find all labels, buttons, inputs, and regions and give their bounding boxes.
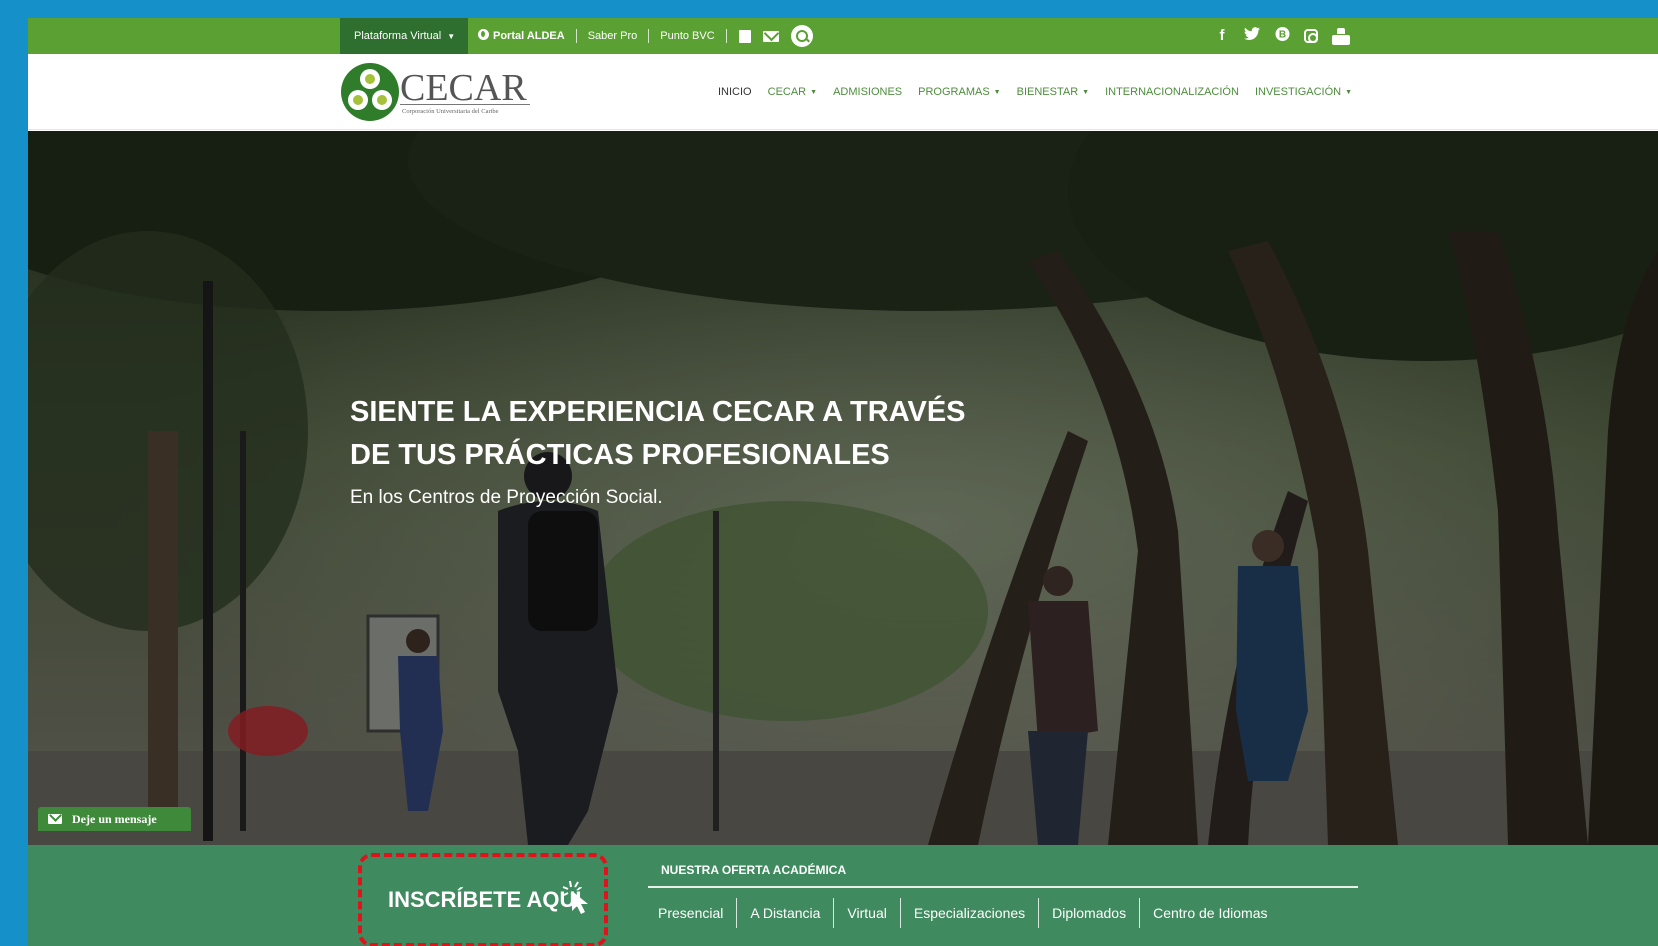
youtube-icon[interactable] — [1332, 28, 1350, 45]
academic-offer-title: NUESTRA OFERTA ACADÉMICA — [661, 863, 847, 877]
nav-item-bienestar[interactable]: BIENESTAR ▼ — [1017, 86, 1089, 98]
nav-item-internacionalizacion[interactable]: INTERNACIONALIZACIÓN — [1105, 86, 1239, 98]
nav-label: PROGRAMAS — [918, 86, 990, 98]
browser-page: Plataforma Virtual ▼ Portal ALDEA Saber … — [28, 18, 1658, 946]
nav-label: INVESTIGACIÓN — [1254, 86, 1342, 98]
svg-text:B: B — [1278, 30, 1285, 41]
hero-subtitle: En los Centros de Proyección Social. — [350, 487, 663, 508]
portal-aldea-link[interactable]: Portal ALDEA — [478, 29, 577, 43]
nav-label: CECAR — [767, 86, 807, 98]
chevron-down-icon: ▼ — [1345, 89, 1353, 96]
logo-divider — [400, 104, 530, 105]
tab-presencial[interactable]: Presencial — [648, 898, 738, 928]
leave-message-tab[interactable]: Deje un mensaje — [38, 807, 191, 831]
twitter-icon[interactable] — [1244, 27, 1260, 45]
chevron-down-icon: ▼ — [1082, 89, 1090, 96]
hero-banner: SIENTE LA EXPERIENCIA CECAR A TRAVÉS DE … — [28, 131, 1658, 845]
top-icons — [738, 25, 813, 47]
social-links: f B — [1214, 18, 1350, 54]
instagram-icon[interactable] — [1304, 29, 1318, 43]
top-links: Portal ALDEA Saber Pro Punto BVC — [478, 18, 813, 54]
nav-label: ADMISIONES — [833, 86, 903, 98]
nav-label: INTERNACIONALIZACIÓN — [1105, 86, 1239, 98]
nav-label: INICIO — [718, 86, 752, 98]
behance-icon[interactable]: B — [1274, 27, 1290, 45]
chevron-down-icon: ▼ — [447, 31, 456, 41]
nav-item-admisiones[interactable]: ADMISIONES — [833, 86, 902, 98]
leave-message-label: Deje un mensaje — [72, 811, 157, 826]
nav-item-programas[interactable]: PROGRAMAS ▼ — [918, 86, 1000, 98]
top-utility-bar: Plataforma Virtual ▼ Portal ALDEA Saber … — [28, 18, 1658, 54]
platform-virtual-label: Plataforma Virtual — [354, 30, 442, 42]
nav-label: BIENESTAR — [1016, 86, 1079, 98]
hero-title: SIENTE LA EXPERIENCIA CECAR A TRAVÉS DE … — [350, 391, 990, 477]
chevron-down-icon: ▼ — [993, 89, 1001, 96]
mail-icon[interactable] — [762, 30, 779, 42]
tab-a-distancia[interactable]: A Distancia — [737, 898, 835, 928]
hero-title-line2: DE TUS PRÁCTICAS PROFESIONALES — [350, 439, 890, 471]
tab-centro-de-idiomas[interactable]: Centro de Idiomas — [1140, 898, 1280, 928]
hero-title-line1: SIENTE LA EXPERIENCIA CECAR A TRAVÉS — [350, 396, 966, 428]
mail-icon — [48, 814, 62, 824]
academic-offer-divider — [648, 886, 1358, 888]
nav-item-inicio[interactable]: INICIO — [718, 86, 752, 98]
enroll-button[interactable]: INSCRÍBETE AQUÍ — [358, 853, 608, 946]
enroll-label: INSCRÍBETE AQUÍ — [388, 887, 582, 912]
globe-icon — [478, 29, 489, 40]
tab-diplomados[interactable]: Diplomados — [1039, 898, 1141, 928]
saber-pro-link[interactable]: Saber Pro — [577, 29, 650, 43]
academic-offer-tabs: Presencial A Distancia Virtual Especiali… — [648, 897, 1281, 929]
search-icon[interactable] — [790, 25, 813, 47]
punto-bvc-link[interactable]: Punto BVC — [649, 29, 727, 43]
cursor-click-icon — [562, 880, 588, 914]
platform-virtual-dropdown[interactable]: Plataforma Virtual ▼ — [340, 18, 468, 54]
hero-background-image — [28, 131, 1658, 845]
portal-aldea-label: Portal ALDEA — [493, 30, 565, 42]
nav-item-investigacion[interactable]: INVESTIGACIÓN ▼ — [1255, 86, 1352, 98]
chevron-down-icon: ▼ — [810, 89, 818, 96]
site-header: CECAR Corporación Universitaria del Cari… — [28, 54, 1658, 130]
nav-item-cecar[interactable]: CECAR ▼ — [768, 86, 817, 98]
logo-mark-icon — [341, 63, 399, 121]
book-icon[interactable] — [738, 29, 751, 43]
tab-virtual[interactable]: Virtual — [834, 898, 901, 928]
main-nav: INICIO CECAR ▼ ADMISIONES PROGRAMAS ▼ BIEN… — [718, 54, 1352, 130]
logo-subtitle: Corporación Universitaria del Caribe — [402, 108, 499, 115]
cecar-logo[interactable]: CECAR Corporación Universitaria del Cari… — [340, 60, 540, 124]
facebook-icon[interactable]: f — [1214, 28, 1230, 44]
tab-especializaciones[interactable]: Especializaciones — [901, 898, 1040, 928]
academic-offer-bar: INSCRÍBETE AQUÍ NUESTRA OFERTA ACADÉMICA… — [28, 845, 1658, 946]
